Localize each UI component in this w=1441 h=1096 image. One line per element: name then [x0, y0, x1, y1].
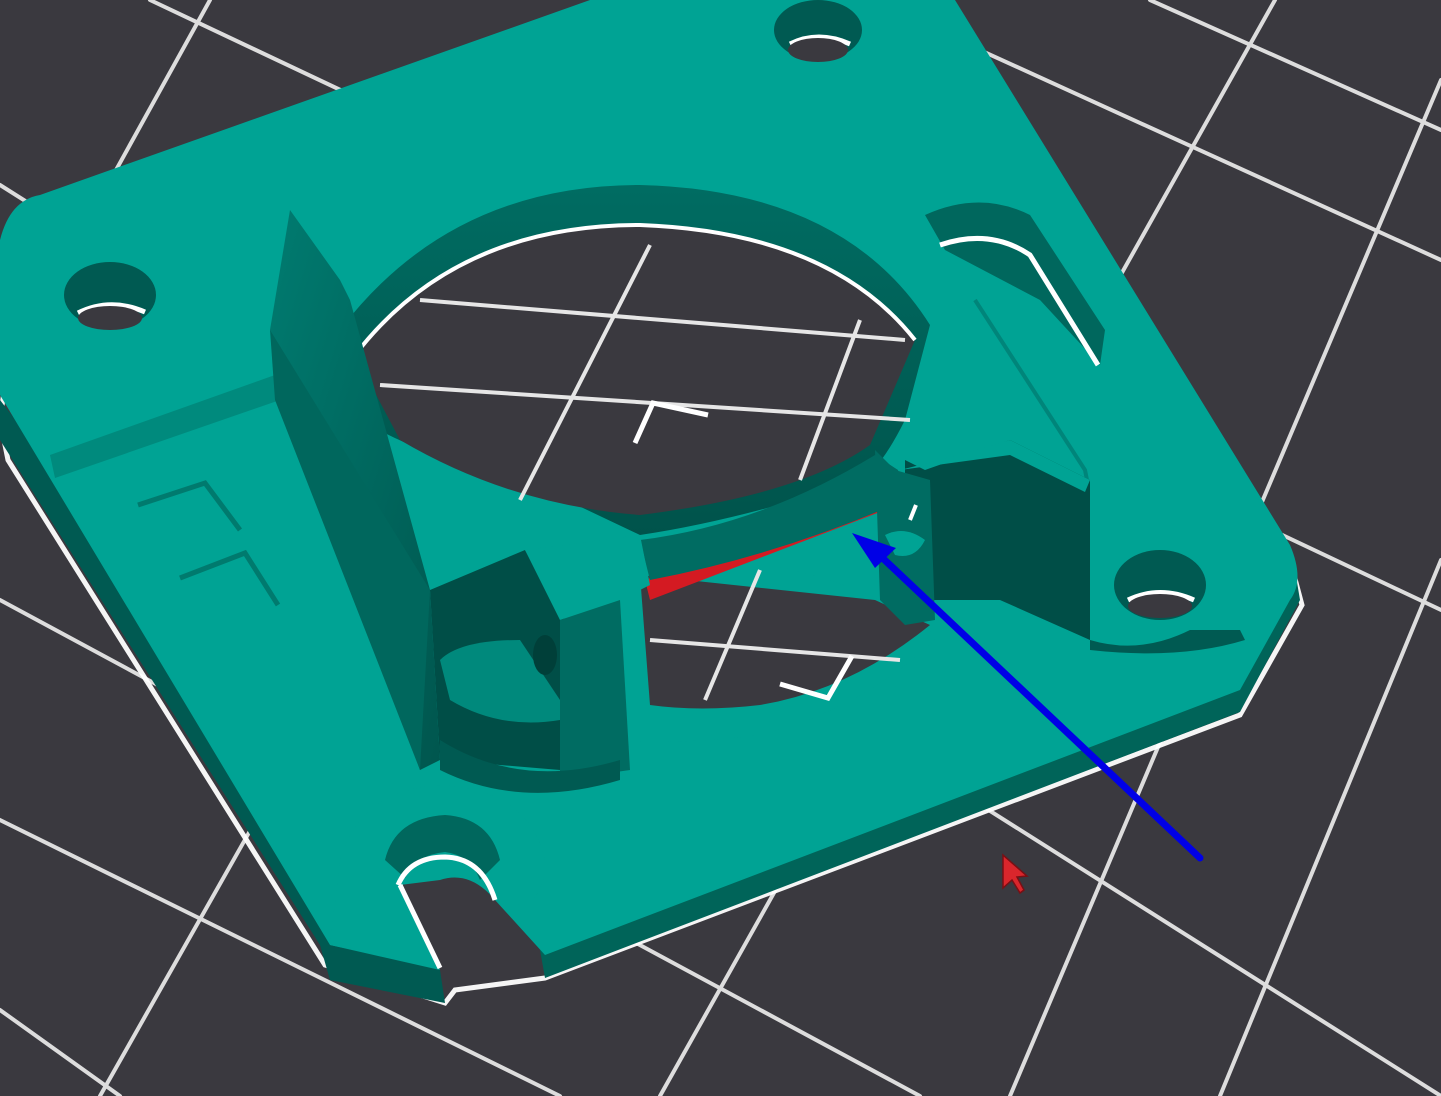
3d-viewport[interactable]	[0, 0, 1441, 1096]
mounting-hole-right[interactable]	[1114, 550, 1206, 620]
